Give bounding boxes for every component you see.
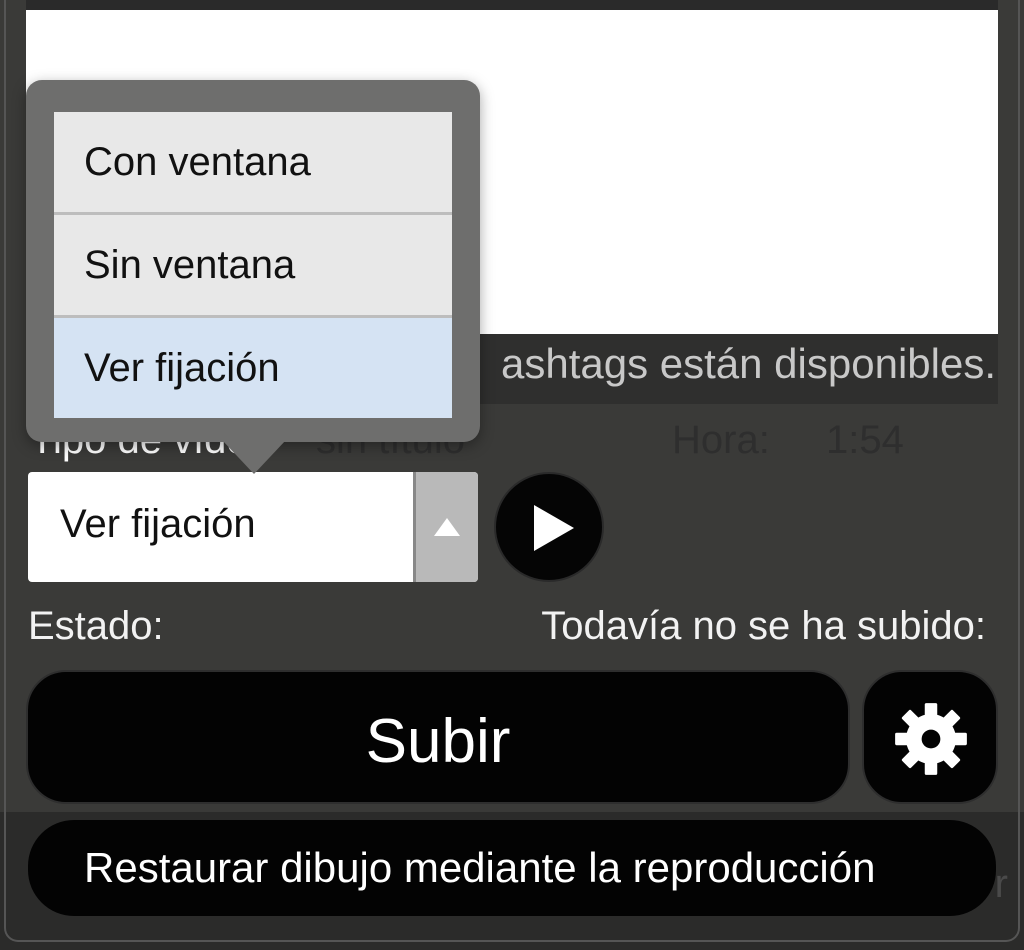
settings-button[interactable] bbox=[862, 670, 998, 804]
hashtag-note: ashtags están disponibles. bbox=[501, 340, 996, 387]
triangle-up-icon[interactable] bbox=[413, 472, 478, 582]
option-label: Con ventana bbox=[84, 140, 311, 184]
time-value: 1:54 bbox=[826, 418, 904, 462]
gear-icon bbox=[895, 703, 967, 775]
video-type-option-list: Con ventana Sin ventana Ver fijación bbox=[54, 112, 452, 418]
play-icon bbox=[534, 505, 574, 551]
restore-drawing-label: Restaurar dibujo mediante la reproducció… bbox=[84, 844, 876, 891]
dropdown-pointer bbox=[222, 440, 286, 474]
upload-panel: ashtags están disponibles. Tipo de vídeo… bbox=[0, 0, 1024, 950]
video-type-dropdown: Con ventana Sin ventana Ver fijación bbox=[26, 80, 480, 442]
upload-button[interactable]: Subir bbox=[26, 670, 850, 804]
option-label: Sin ventana bbox=[84, 243, 296, 287]
option-label: Ver fijación bbox=[84, 346, 280, 390]
text-area-top-edge bbox=[26, 0, 998, 10]
upload-button-label: Subir bbox=[365, 707, 511, 776]
video-type-select[interactable]: Ver fijación bbox=[28, 472, 478, 582]
time-label: Hora: bbox=[672, 418, 770, 462]
option-con-ventana[interactable]: Con ventana bbox=[54, 112, 452, 212]
option-ver-fijacion[interactable]: Ver fijación bbox=[54, 318, 452, 418]
status-label: Estado: bbox=[28, 604, 164, 648]
background-text-fragment: r bbox=[994, 862, 1008, 906]
video-type-selected-value: Ver fijación bbox=[60, 502, 256, 546]
restore-drawing-button[interactable]: Restaurar dibujo mediante la reproducció… bbox=[28, 820, 996, 916]
option-sin-ventana[interactable]: Sin ventana bbox=[54, 215, 452, 315]
status-value: Todavía no se ha subido: bbox=[541, 604, 986, 648]
play-button[interactable] bbox=[494, 472, 604, 582]
